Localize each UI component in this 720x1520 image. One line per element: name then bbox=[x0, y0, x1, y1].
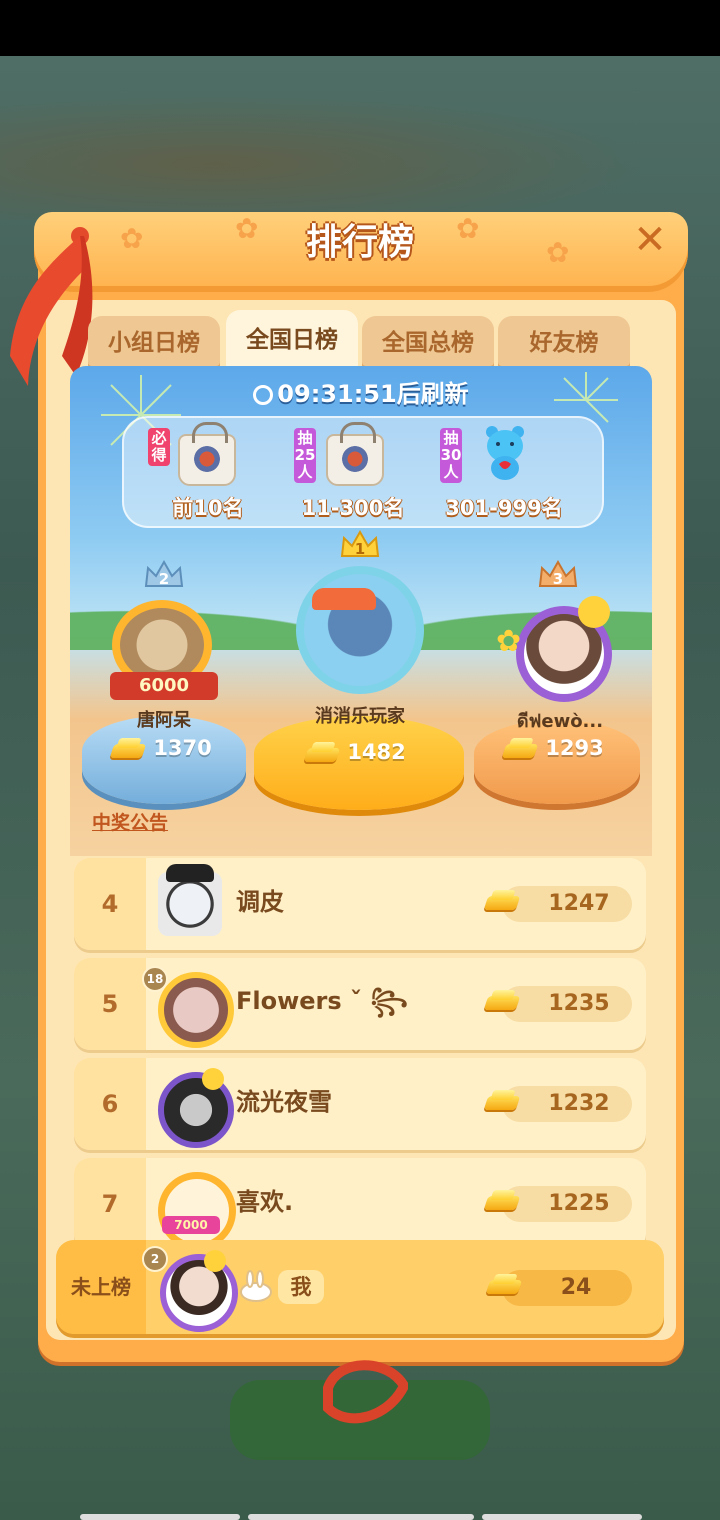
frame-badge: 6000 bbox=[110, 672, 218, 700]
home-indicator bbox=[248, 1514, 474, 1520]
podium-rank: 2 bbox=[158, 570, 170, 588]
close-icon: ✕ bbox=[633, 217, 667, 263]
level-badge: 18 bbox=[142, 966, 168, 992]
clock-icon bbox=[253, 385, 274, 405]
panel-title: 排行榜 bbox=[305, 222, 414, 263]
gift-bag-icon bbox=[326, 422, 384, 486]
list-item[interactable]: 6 流光夜雪 1232 bbox=[74, 1058, 646, 1150]
tab-national-total[interactable]: 全国总榜 bbox=[362, 316, 494, 370]
home-indicator bbox=[80, 1514, 240, 1520]
podium-score: 1482 bbox=[347, 740, 406, 764]
frame-badge: 7000 bbox=[162, 1216, 220, 1234]
reward-tag: 抽25人 bbox=[294, 428, 316, 483]
my-rank-label: 未上榜 bbox=[56, 1240, 146, 1334]
frame-sun-icon bbox=[578, 596, 610, 628]
podium-score-row: 1370 bbox=[112, 736, 232, 760]
flower-decoration-icon: ✿ bbox=[546, 236, 570, 269]
my-score: 24 bbox=[560, 1275, 592, 1300]
player-score: 1232 bbox=[548, 1091, 610, 1116]
gold-bar-icon bbox=[306, 742, 340, 764]
podium-name: 消消乐玩家 bbox=[315, 706, 405, 727]
refresh-time: 09:31:51 bbox=[277, 380, 397, 408]
podium-score: 1370 bbox=[153, 736, 212, 760]
tab-national-daily[interactable]: 全国日榜 bbox=[226, 310, 358, 370]
rank-number: 7 bbox=[74, 1158, 146, 1250]
player-score: 1225 bbox=[548, 1191, 610, 1216]
flower-decoration-icon: ✿ bbox=[235, 212, 259, 245]
podium-name: ดีฟewò... bbox=[516, 711, 604, 732]
reward-rank-label: 301-999名 bbox=[445, 496, 563, 520]
player-name: Flowers ˇ ꧂ bbox=[236, 987, 408, 1015]
gold-bar-icon bbox=[488, 1274, 522, 1296]
player-score: 1247 bbox=[548, 891, 610, 916]
gold-bar-icon bbox=[486, 1090, 520, 1112]
frame-sun-icon bbox=[202, 1068, 224, 1090]
player-score: 1235 bbox=[548, 991, 610, 1016]
prize-notice-link[interactable]: 中奖公告 bbox=[92, 808, 168, 835]
frame-sun-icon bbox=[204, 1250, 226, 1272]
list-item[interactable]: 4 调皮 1247 bbox=[74, 858, 646, 950]
close-button[interactable]: ✕ bbox=[628, 220, 672, 260]
reward-rank-label: 前10名 bbox=[172, 496, 244, 520]
reward-tag: 抽30人 bbox=[440, 428, 462, 483]
avatar bbox=[158, 972, 234, 1048]
rank-number: 4 bbox=[74, 858, 146, 950]
ribbon-bottom-icon bbox=[323, 1360, 408, 1424]
refresh-suffix: 后刷新 bbox=[396, 380, 469, 408]
home-indicator bbox=[482, 1514, 642, 1520]
player-name: 喜欢. bbox=[236, 1188, 294, 1216]
podium-score-row: 1482 bbox=[306, 740, 426, 764]
background-roof bbox=[0, 80, 720, 220]
mickey-frame-icon bbox=[166, 864, 214, 882]
tab-friends[interactable]: 好友榜 bbox=[498, 316, 630, 370]
rank-number: 5 bbox=[74, 958, 146, 1050]
podium-rank: 1 bbox=[354, 540, 366, 558]
my-name: 我 bbox=[278, 1270, 324, 1304]
status-bar bbox=[0, 0, 720, 56]
player-name: 调皮 bbox=[236, 888, 284, 916]
blue-bear-icon bbox=[486, 426, 524, 480]
gold-bar-icon bbox=[486, 890, 520, 912]
podium-score: 1293 bbox=[545, 736, 604, 760]
flower-decoration-icon: ✿ bbox=[120, 222, 144, 255]
avatar-sushi bbox=[312, 588, 376, 610]
avatar bbox=[160, 1254, 238, 1332]
reward-rank-label: 11-300名 bbox=[301, 496, 405, 520]
podium-score-row: 1293 bbox=[504, 736, 624, 760]
list-item[interactable]: 5 18 Flowers ˇ ꧂ 1235 bbox=[74, 958, 646, 1050]
level-badge: 2 bbox=[142, 1246, 168, 1272]
podium-rank: 3 bbox=[552, 570, 564, 588]
player-name: 流光夜雪 bbox=[236, 1088, 332, 1116]
refresh-timer: 09:31:51后刷新 bbox=[70, 374, 652, 414]
reward-tag: 必得 bbox=[148, 428, 170, 466]
gold-bar-icon bbox=[486, 990, 520, 1012]
list-item[interactable]: 7 7000 喜欢. 1225 bbox=[74, 1158, 646, 1250]
gold-bar-icon bbox=[486, 1190, 520, 1212]
my-rank-row[interactable]: 未上榜 2 我 24 bbox=[56, 1240, 664, 1334]
rank-number: 6 bbox=[74, 1058, 146, 1150]
avatar bbox=[158, 1172, 236, 1250]
gold-bar-icon bbox=[112, 738, 146, 760]
rabbit-icon bbox=[240, 1270, 272, 1302]
gift-bag-icon bbox=[178, 422, 236, 486]
gold-bar-icon bbox=[504, 738, 538, 760]
avatar[interactable] bbox=[296, 566, 424, 694]
podium-name: 唐阿呆 bbox=[137, 710, 191, 731]
tab-group-daily[interactable]: 小组日榜 bbox=[88, 316, 220, 370]
flower-decoration-icon: ✿ bbox=[496, 624, 522, 659]
